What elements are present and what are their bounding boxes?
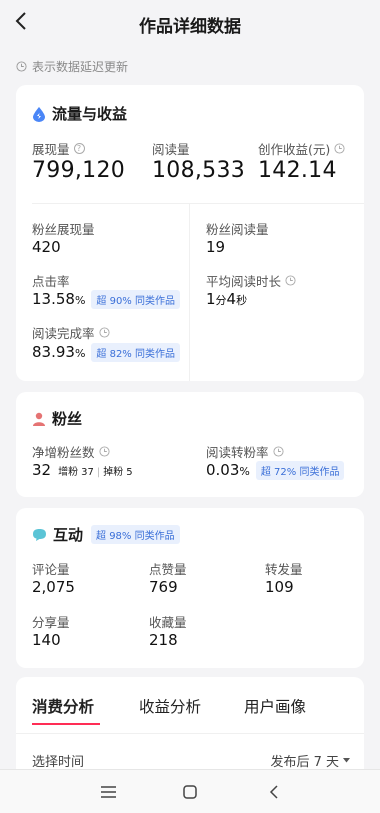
shares-label: 分享量 (32, 615, 70, 630)
interaction-badge: 超 98% 同类作品 (91, 525, 180, 544)
avg-time-sec-unit: 秒 (236, 294, 248, 307)
system-nav-bar (0, 769, 380, 813)
caret-down-icon (343, 758, 350, 763)
gain-value: 37 (81, 467, 94, 478)
active-tab-indicator (32, 723, 100, 725)
net-fans-value: 32 增粉 37 | 掉粉 5 (32, 461, 133, 479)
ctr-unit: % (74, 294, 86, 307)
interaction-title-text: 互动 (53, 526, 84, 544)
traffic-card: 流量与收益 展现量 ? 799,120 阅读量 108,533 创作收益(元) … (16, 85, 364, 381)
divider (32, 203, 364, 204)
time-filter-select[interactable]: 发布后 7 天 (270, 751, 350, 770)
net-fans-number: 32 (32, 461, 52, 479)
comments-label: 评论量 (32, 562, 70, 577)
exposure-label-text: 展现量 (32, 142, 70, 157)
interaction-card: 互动 超 98% 同类作品 评论量 2,075 点赞量 769 转发量 109 … (16, 508, 364, 668)
tab-user-profile[interactable]: 用户画像 (244, 695, 306, 717)
reads-value: 108,533 (152, 158, 246, 183)
delay-hint: 表示数据延迟更新 (16, 58, 128, 75)
avg-time-min-unit: 分 (215, 294, 227, 307)
favorites-label: 收藏量 (149, 615, 187, 630)
likes-value: 769 (149, 578, 178, 596)
fans-card: 粉丝 净增粉丝数 32 增粉 37 | 掉粉 5 阅读转粉率 0.03% 超 72… (16, 392, 364, 497)
ctr-number: 13.58 (32, 290, 75, 308)
traffic-title: 流量与收益 (32, 103, 127, 124)
completion-badge: 超 82% 同类作品 (91, 343, 180, 362)
fans-title: 粉丝 (32, 408, 82, 429)
menu-button[interactable] (97, 781, 119, 803)
income-label-text: 创作收益(元) (258, 142, 331, 157)
exposure-value: 799,120 (32, 158, 126, 183)
conv-value: 0.03% 超 72% 同类作品 (206, 461, 345, 480)
avg-time-minutes: 1 (206, 290, 216, 308)
shares-value: 140 (32, 631, 61, 649)
tab-consumption[interactable]: 消费分析 (32, 695, 94, 717)
delay-clock-icon (98, 446, 110, 457)
question-icon[interactable]: ? (73, 143, 85, 154)
reposts-label: 转发量 (265, 562, 303, 577)
chat-bubble-icon (33, 528, 46, 541)
traffic-title-text: 流量与收益 (52, 105, 128, 123)
analysis-tabs-card: 消费分析 收益分析 用户画像 选择时间 发布后 7 天 (16, 677, 364, 777)
lost-value: 5 (126, 467, 133, 478)
net-fans-label: 净增粉丝数 (32, 442, 110, 461)
ctr-badge: 超 90% 同类作品 (91, 290, 180, 309)
completion-label-text: 阅读完成率 (32, 326, 95, 341)
likes-label: 点赞量 (149, 562, 187, 577)
conv-unit: % (239, 465, 250, 478)
ctr-value: 13.58% 超 90% 同类作品 (32, 290, 180, 309)
conv-label-text: 阅读转粉率 (206, 445, 269, 460)
home-button[interactable] (179, 781, 201, 803)
conv-label: 阅读转粉率 (206, 442, 284, 461)
ctr-label: 点击率 (32, 274, 70, 289)
net-fans-label-text: 净增粉丝数 (32, 445, 95, 460)
avg-time-value: 1分4秒 (206, 290, 247, 308)
menu-icon (100, 786, 116, 798)
conv-badge: 超 72% 同类作品 (255, 461, 345, 480)
user-icon (33, 412, 45, 426)
fan-exposure-value: 420 (32, 238, 61, 256)
reads-label: 阅读量 (152, 142, 190, 157)
completion-number: 83.93 (32, 343, 75, 361)
fan-reads-value: 19 (206, 238, 226, 256)
avg-time-label: 平均阅读时长 (206, 271, 296, 290)
hint-text: 表示数据延迟更新 (32, 60, 129, 74)
time-filter-label: 选择时间 (32, 755, 85, 770)
comments-value: 2,075 (32, 578, 75, 596)
conv-number: 0.03 (206, 461, 240, 479)
separator: | (96, 467, 101, 478)
fan-reads-label: 粉丝阅读量 (206, 222, 269, 237)
square-home-icon (183, 785, 197, 799)
income-label: 创作收益(元) (258, 139, 345, 158)
droplet-icon (33, 106, 45, 122)
gain-label: 增粉 (58, 467, 79, 478)
completion-label: 阅读完成率 (32, 323, 110, 342)
income-value: 142.14 (258, 158, 337, 183)
avg-time-label-text: 平均阅读时长 (206, 274, 282, 289)
favorites-value: 218 (149, 631, 178, 649)
reposts-value: 109 (265, 578, 294, 596)
exposure-label: 展现量 ? (32, 139, 85, 158)
time-filter-value: 发布后 7 天 (270, 755, 339, 770)
lost-label: 掉粉 (103, 467, 124, 478)
vertical-divider (189, 203, 190, 381)
fans-title-text: 粉丝 (52, 410, 83, 428)
clock-icon (16, 61, 27, 72)
delay-clock-icon (334, 143, 345, 154)
completion-unit: % (74, 347, 86, 360)
avg-time-seconds: 4 (226, 290, 237, 308)
completion-value: 83.93% 超 82% 同类作品 (32, 343, 180, 362)
page-title: 作品详细数据 (139, 17, 241, 37)
fan-exposure-label: 粉丝展现量 (32, 222, 95, 237)
delay-clock-icon (272, 446, 284, 457)
system-back-button[interactable] (262, 781, 284, 803)
interaction-title: 互动 超 98% 同类作品 (32, 524, 180, 545)
delay-clock-icon (285, 275, 296, 286)
tabs-divider (16, 733, 364, 734)
tab-income[interactable]: 收益分析 (139, 695, 201, 717)
delay-clock-icon (98, 327, 110, 338)
back-arrow-icon (269, 785, 278, 799)
top-bar: 作品详细数据 (0, 0, 380, 46)
